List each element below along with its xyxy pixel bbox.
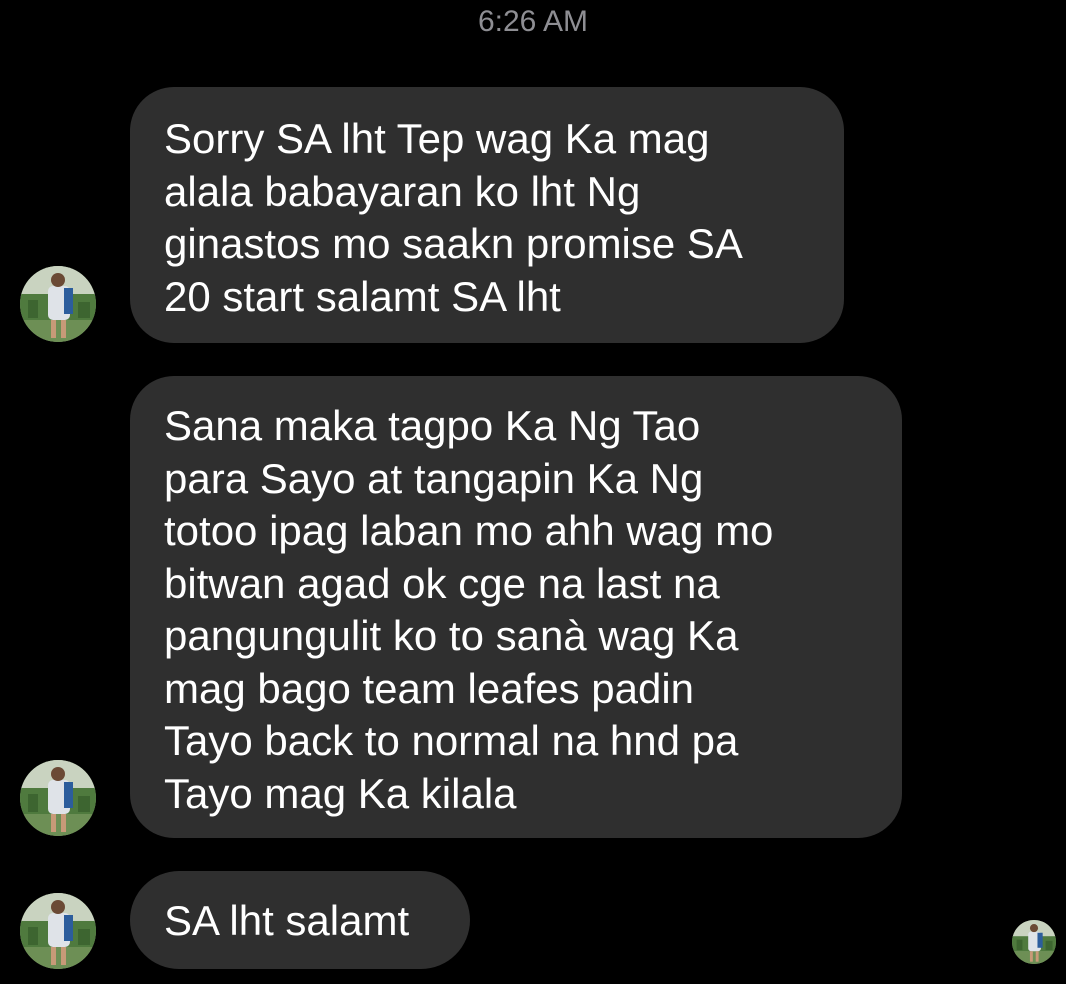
read-receipt-avatar	[1012, 920, 1056, 964]
sender-avatar[interactable]	[20, 266, 96, 342]
message-bubble[interactable]: Sana maka tagpo Ka Ng Tao para Sayo at t…	[130, 376, 902, 838]
message-bubble[interactable]: Sorry SA lht Tep wag Ka mag alala babaya…	[130, 87, 844, 343]
sender-avatar[interactable]	[20, 893, 96, 969]
message-bubble[interactable]: SA lht salamt	[130, 871, 470, 969]
profile-photo-avatar-icon	[20, 266, 96, 342]
profile-photo-avatar-icon	[20, 760, 96, 836]
read-receipt-avatar-icon	[1012, 920, 1056, 964]
sender-avatar[interactable]	[20, 760, 96, 836]
profile-photo-avatar-icon	[20, 893, 96, 969]
message-timestamp: 6:26 AM	[477, 5, 589, 38]
